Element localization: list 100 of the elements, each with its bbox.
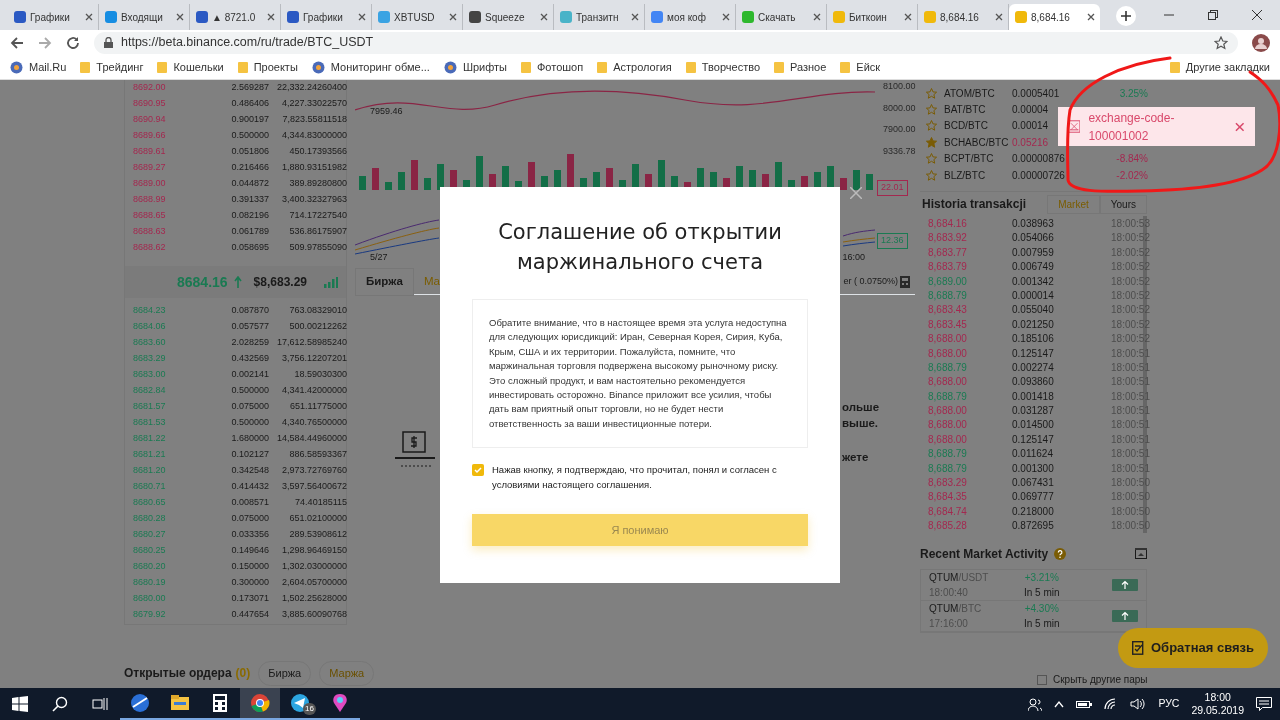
close-icon[interactable] <box>85 13 93 21</box>
back-icon[interactable] <box>10 35 24 50</box>
axis-label: 8100.00 <box>883 80 916 93</box>
star-icon[interactable] <box>926 104 937 116</box>
new-tab-icon[interactable] <box>1116 6 1136 26</box>
battery-icon[interactable] <box>1076 699 1093 709</box>
address-bar[interactable]: https://beta.binance.com/ru/trade/BTC_USDT <box>94 31 1238 54</box>
site-icon <box>311 60 325 74</box>
pair-name[interactable]: BCPT/BTC <box>944 151 994 167</box>
reload-icon[interactable] <box>66 35 80 50</box>
close-icon[interactable] <box>1087 13 1095 21</box>
amount-text: 2.569287 <box>230 81 269 95</box>
pair-name[interactable]: BLZ/BTC <box>944 167 986 183</box>
feedback-button[interactable]: Обратная связь <box>1118 628 1269 668</box>
chevron-up-icon[interactable] <box>1054 700 1065 708</box>
total-text: 3,400.32327963 <box>280 193 347 207</box>
pair-name[interactable]: BCD/BTC <box>944 118 988 134</box>
bookmark[interactable]: Трейдинг <box>80 58 144 76</box>
feedback-icon <box>1132 641 1145 655</box>
star-icon[interactable] <box>926 136 937 148</box>
price-text: 8680.71 <box>133 480 167 494</box>
calculator-app-icon <box>210 693 230 713</box>
change-text: +4.30% <box>1024 601 1059 616</box>
clock-time[interactable]: 18:00 <box>1204 691 1231 704</box>
close-icon[interactable] <box>176 13 184 21</box>
close-icon[interactable] <box>1252 10 1262 20</box>
bookmark[interactable]: Кошельки <box>157 58 224 76</box>
close-icon[interactable] <box>904 13 912 21</box>
amount-text: 0.000014 <box>1012 288 1055 303</box>
price-text: 8690.95 <box>133 97 167 111</box>
price-text: 8688.62 <box>133 241 167 255</box>
amount-text: 0.500000 <box>230 129 269 143</box>
bookmark[interactable]: Разное <box>774 58 827 76</box>
pair-name[interactable]: BCHABC/BTC <box>944 134 1009 150</box>
checkbox[interactable] <box>472 464 484 477</box>
close-icon[interactable] <box>267 13 275 21</box>
search-icon[interactable] <box>52 696 68 712</box>
bookmark[interactable]: Творчество <box>685 58 760 76</box>
price-text: 8,688.79 <box>928 360 968 375</box>
browser-tab[interactable]: 8,684.16 <box>1009 4 1100 30</box>
total-text: 886.58593367 <box>288 448 347 462</box>
axis-label: 7900.00 <box>883 123 916 136</box>
amount-text: 0.216466 <box>230 161 269 175</box>
favicon-icon <box>105 11 117 23</box>
bookmark[interactable]: Шрифты <box>443 58 507 76</box>
notification-icon[interactable] <box>1256 697 1272 711</box>
pair-name[interactable]: BAT/BTC <box>944 102 986 118</box>
collapse-icon[interactable] <box>1135 548 1147 560</box>
bookmark[interactable]: Mail.Ru <box>10 58 67 76</box>
taskbar-button[interactable]: 16 <box>280 688 320 720</box>
clock-date[interactable]: 29.05.2019 <box>1191 704 1244 717</box>
task-view-icon[interactable] <box>92 697 108 711</box>
calculator-icon[interactable] <box>900 276 910 288</box>
axis-label: 8000.00 <box>883 101 916 115</box>
tab[interactable]: Биржа <box>355 268 414 296</box>
amount-text: 0.125147 <box>1012 432 1055 447</box>
close-icon[interactable] <box>722 13 730 21</box>
bookmark[interactable]: Фотошоп <box>521 58 584 76</box>
volume-bar <box>437 164 444 190</box>
close-icon[interactable] <box>449 13 457 21</box>
folder-icon <box>521 61 531 73</box>
bookmark[interactable]: Мониторинг обме... <box>311 58 430 76</box>
star-icon[interactable] <box>926 120 937 132</box>
bookmark[interactable]: Астрология <box>597 58 672 76</box>
folder-icon <box>840 61 851 73</box>
amount-text: 0.051806 <box>230 145 269 159</box>
star-icon[interactable] <box>1214 35 1228 50</box>
amount-text: 0.014500 <box>1012 418 1055 433</box>
volume-icon[interactable] <box>1130 698 1147 710</box>
total-text: 3,756.12207201 <box>280 352 347 366</box>
price-text: 8680.65 <box>133 496 167 510</box>
windows-start-icon[interactable] <box>12 696 28 712</box>
bookmark[interactable]: Проекты <box>237 58 298 76</box>
close-icon[interactable] <box>631 13 639 21</box>
amount-text: 0.011624 <box>1012 447 1054 462</box>
folder-icon <box>774 61 784 73</box>
restore-icon[interactable] <box>1208 10 1218 20</box>
checkbox[interactable] <box>1037 674 1047 685</box>
amount-text: 0.002141 <box>230 368 269 382</box>
star-icon[interactable] <box>926 87 937 99</box>
help-icon[interactable] <box>1054 547 1067 560</box>
people-icon[interactable] <box>1028 697 1043 711</box>
amount-text: 0.185106 <box>1012 332 1055 347</box>
checkbox-label: Нажав кнопку, я подтверждаю, что прочитал, понял и согласен с условиями настоящего соглашения. <box>492 463 778 493</box>
close-icon[interactable] <box>813 13 821 21</box>
amount-text: 0.002274 <box>1012 360 1055 375</box>
star-icon[interactable] <box>926 153 937 165</box>
toggle-tab[interactable]: Yours <box>1099 194 1147 214</box>
info-text: выше. <box>842 416 879 431</box>
total-text: 389.89280800 <box>288 177 347 191</box>
star-icon[interactable] <box>926 169 937 181</box>
bookmark[interactable]: Ейск <box>840 58 881 76</box>
bookmark[interactable]: Другие закладки <box>1169 58 1270 76</box>
close-icon[interactable] <box>995 13 1003 21</box>
language-indicator[interactable]: РУС <box>1158 696 1180 712</box>
pair-name[interactable]: ATOM/BTC <box>944 85 995 101</box>
close-icon[interactable] <box>540 13 548 21</box>
total-text: 17,612.58985240 <box>275 336 347 350</box>
avatar-icon[interactable] <box>1252 33 1270 52</box>
close-icon[interactable] <box>358 13 366 21</box>
